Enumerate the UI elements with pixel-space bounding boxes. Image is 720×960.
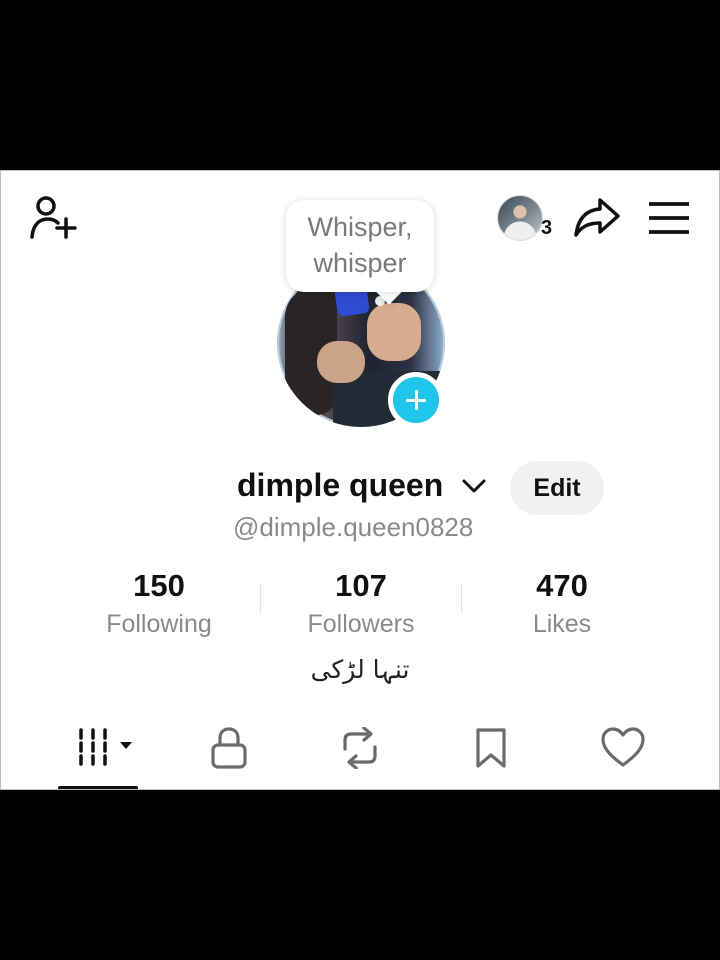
add-story-plus-icon[interactable] <box>388 372 444 428</box>
stat-followers-label: Followers <box>307 610 415 638</box>
stat-following-value: 150 <box>133 568 185 603</box>
whisper-bubble[interactable]: Whisper, whisper <box>286 200 434 292</box>
story-count-badge: 3 <box>541 217 553 239</box>
chevron-down-icon[interactable] <box>461 477 487 495</box>
stat-following[interactable]: 150 Following <box>79 568 239 639</box>
stat-divider <box>461 584 462 614</box>
story-avatar[interactable] <box>497 195 543 241</box>
repost-icon[interactable] <box>337 727 383 769</box>
bookmark-icon[interactable] <box>473 727 509 769</box>
bubble-line-2: whisper <box>313 248 407 278</box>
profile-name[interactable]: dimple queen <box>237 467 443 504</box>
stat-followers-value: 107 <box>335 568 387 603</box>
heart-icon[interactable] <box>600 727 646 769</box>
stat-divider <box>260 584 261 614</box>
profile-handle: @dimple.queen0828 <box>233 512 474 542</box>
stat-following-label: Following <box>106 610 212 638</box>
profile-bio: تنہا لڑکی <box>310 655 410 684</box>
stat-likes[interactable]: 470 Likes <box>482 568 642 639</box>
stat-followers[interactable]: 107 Followers <box>281 568 441 639</box>
lock-icon[interactable] <box>210 727 248 769</box>
selected-tab-indicator <box>58 786 138 789</box>
photo-arm-shape <box>317 341 365 383</box>
stat-likes-value: 470 <box>536 568 588 603</box>
hamburger-menu-icon[interactable] <box>649 201 689 235</box>
videos-grid-icon[interactable] <box>77 727 135 767</box>
share-icon[interactable] <box>573 195 621 239</box>
bubble-line-1: Whisper, <box>307 212 413 242</box>
photo-hand-shape <box>367 303 421 361</box>
stat-likes-label: Likes <box>532 610 592 638</box>
edit-profile-button[interactable]: Edit <box>510 461 604 515</box>
profile-screen: 3 Whisper, whisper dimple queen Edit @di… <box>0 170 720 790</box>
add-friend-icon[interactable] <box>29 195 79 241</box>
